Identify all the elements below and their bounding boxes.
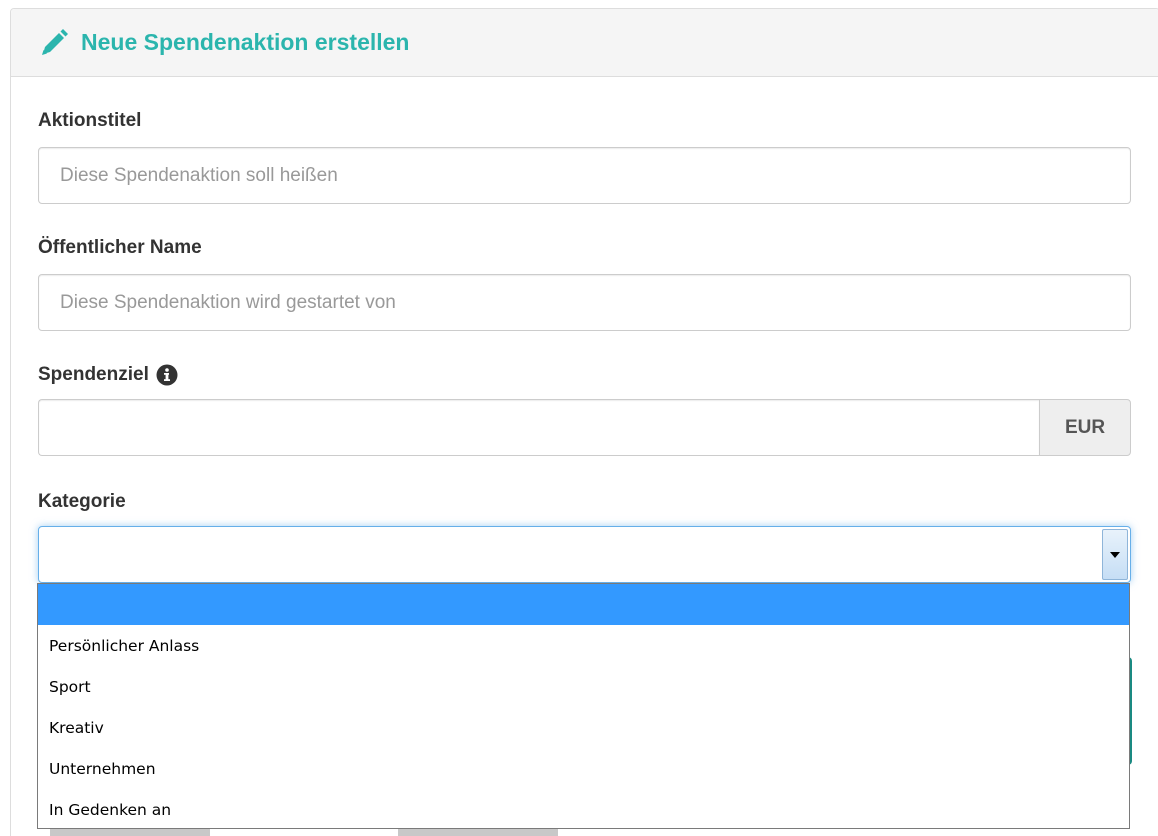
info-circle-icon[interactable] [156,364,178,386]
category-option-creative[interactable]: Kreativ [38,707,1129,748]
public-name-input[interactable] [38,274,1131,331]
goal-input-group: EUR [38,399,1131,456]
currency-addon: EUR [1039,399,1131,456]
panel-heading: Neue Spendenaktion erstellen [11,9,1158,77]
title-input[interactable] [38,147,1131,204]
goal-label-row: Spendenziel [38,364,178,386]
select-dropdown-button[interactable] [1102,529,1128,580]
goal-amount-input[interactable] [38,399,1039,456]
category-dropdown-list: Persönlicher Anlass Sport Kreativ Untern… [37,583,1130,829]
category-option-sport[interactable]: Sport [38,666,1129,707]
category-option-personal[interactable]: Persönlicher Anlass [38,625,1129,666]
category-label: Kategorie [38,491,126,512]
category-select[interactable] [38,526,1131,583]
caret-down-icon [1110,551,1120,558]
title-label: Aktionstitel [38,110,142,131]
panel-title: Neue Spendenaktion erstellen [81,29,410,55]
category-option-empty[interactable] [38,584,1129,625]
goal-label: Spendenziel [38,364,149,385]
category-option-memorial[interactable]: In Gedenken an [38,789,1129,830]
public-name-label: Öffentlicher Name [38,237,202,258]
category-option-company[interactable]: Unternehmen [38,748,1129,789]
pencil-icon [42,28,68,55]
